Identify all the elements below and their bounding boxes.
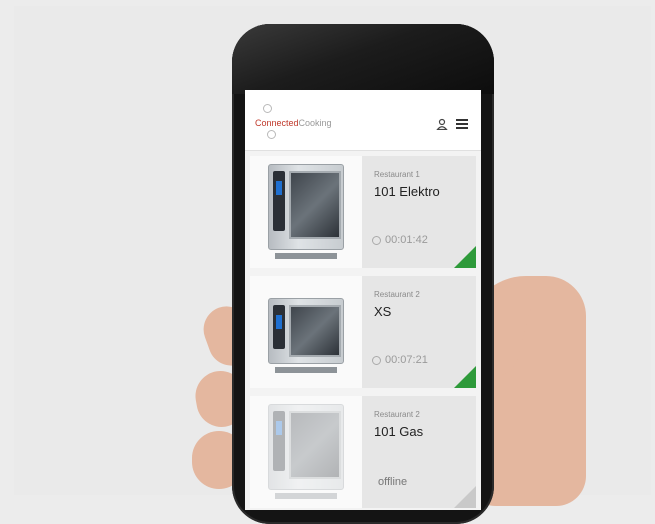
unit-card[interactable]: Restaurant 2 101 Gas offline (250, 396, 476, 508)
app-screen: ConnectedCooking Restaurant 1 101 Elektr… (245, 90, 481, 510)
unit-timer: 00:01:42 (372, 234, 428, 246)
unit-name: 101 Elektro (374, 184, 440, 199)
menu-icon[interactable] (455, 117, 469, 131)
unit-image (250, 156, 362, 268)
unit-status-text: offline (378, 476, 408, 488)
photo-background: ConnectedCooking Restaurant 1 101 Elektr… (14, 6, 651, 524)
logo-text: Connected (255, 118, 299, 128)
status-indicator (454, 246, 476, 268)
status-indicator (454, 366, 476, 388)
unit-name: 101 Gas (374, 424, 424, 439)
unit-name: XS (374, 304, 392, 319)
unit-location: Restaurant 2 (374, 290, 420, 299)
unit-card[interactable]: Restaurant 2 XS 00:07:21 (250, 276, 476, 388)
user-icon-graphic (436, 118, 448, 131)
clock-icon (372, 355, 381, 365)
unit-timer: 00:07:21 (372, 354, 428, 366)
unit-image (250, 396, 362, 508)
unit-location: Restaurant 2 (374, 410, 420, 419)
oven-image (268, 164, 344, 259)
unit-card[interactable]: Restaurant 1 101 Elektro 00:01:42 (250, 156, 476, 268)
unit-location: Restaurant 1 (374, 170, 420, 179)
logo-sub: Cooking (298, 118, 332, 128)
phone-glare (232, 24, 494, 94)
phone-body: ConnectedCooking Restaurant 1 101 Elektr… (232, 24, 494, 524)
status-indicator (454, 486, 476, 508)
oven-image (268, 298, 344, 373)
app-header: ConnectedCooking (245, 90, 481, 151)
connected-cooking-logo: ConnectedCooking (255, 118, 332, 128)
logo-ring (267, 130, 276, 139)
logo-ring (263, 104, 272, 113)
clock-icon (372, 235, 381, 245)
user-icon[interactable] (435, 118, 449, 132)
oven-image (268, 404, 344, 499)
unit-image (250, 276, 362, 388)
